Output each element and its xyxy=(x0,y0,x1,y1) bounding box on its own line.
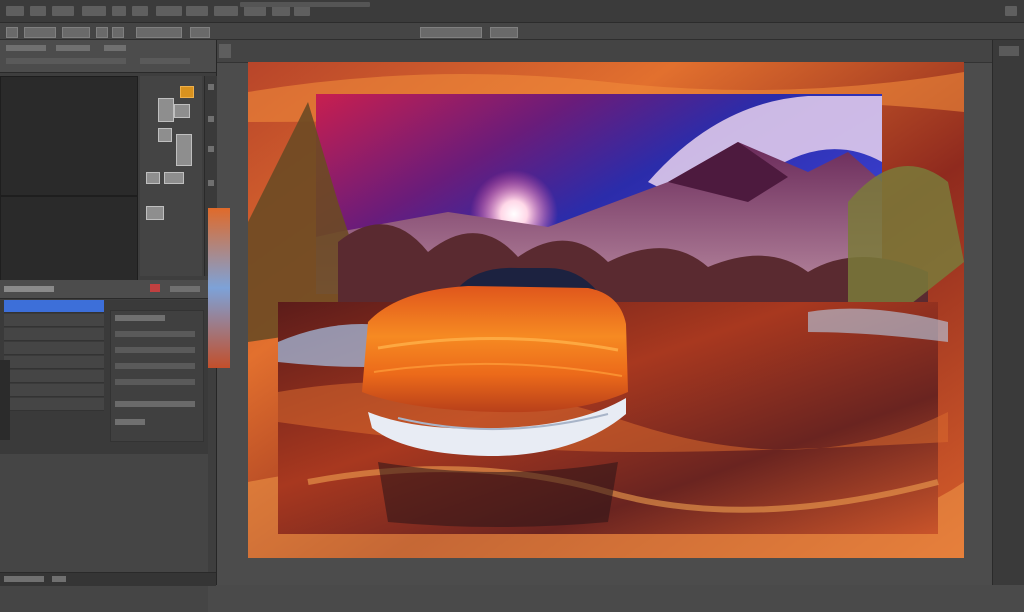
layer-row[interactable] xyxy=(4,314,104,327)
left-panel xyxy=(0,40,217,612)
thumbnail[interactable] xyxy=(146,172,160,184)
panel-tab[interactable] xyxy=(56,45,90,51)
menu-bar xyxy=(0,0,1024,23)
menu-extra[interactable] xyxy=(294,6,310,16)
panel-icon[interactable] xyxy=(208,84,214,90)
panel-icon[interactable] xyxy=(208,146,214,152)
panel-icon[interactable] xyxy=(208,180,214,186)
thumbnail[interactable] xyxy=(174,104,190,118)
options-bar xyxy=(0,23,1024,40)
status-bar xyxy=(0,572,216,586)
menu-select[interactable] xyxy=(132,6,148,16)
option-field[interactable] xyxy=(62,27,90,38)
menu-image[interactable] xyxy=(52,6,74,16)
option-toggle[interactable] xyxy=(96,27,108,38)
menu-3d[interactable] xyxy=(186,6,208,16)
panel-slider[interactable] xyxy=(6,58,126,64)
menu-edit[interactable] xyxy=(30,6,46,16)
move-tool-icon[interactable] xyxy=(6,27,18,38)
menu-filter[interactable] xyxy=(156,6,182,16)
prop-slider[interactable] xyxy=(115,363,195,369)
swatch-icon[interactable] xyxy=(180,86,194,98)
panel-icon[interactable] xyxy=(999,46,1019,56)
artwork-image xyxy=(248,62,964,558)
layer-row[interactable] xyxy=(4,384,104,397)
thumbnail[interactable] xyxy=(146,206,164,220)
menu-help[interactable] xyxy=(272,6,290,16)
prop-slider[interactable] xyxy=(115,379,195,385)
menu-layer[interactable] xyxy=(82,6,106,16)
menu-view[interactable] xyxy=(214,6,238,16)
option-toggle[interactable] xyxy=(112,27,124,38)
panel-tab[interactable] xyxy=(6,45,46,51)
option-field[interactable] xyxy=(136,27,182,38)
prop-slider[interactable] xyxy=(115,331,195,337)
window-title xyxy=(240,2,370,7)
thumbnail[interactable] xyxy=(176,134,192,166)
properties-panel xyxy=(110,310,204,442)
option-dropdown[interactable] xyxy=(24,27,56,38)
layers-list xyxy=(0,300,208,454)
thumbnail[interactable] xyxy=(158,98,174,122)
layers-tab[interactable] xyxy=(4,286,54,292)
panel-tab[interactable] xyxy=(104,45,126,51)
layer-row[interactable] xyxy=(4,370,104,383)
layer-opacity[interactable] xyxy=(170,286,200,292)
prop-slider[interactable] xyxy=(115,347,195,353)
option-toggle[interactable] xyxy=(190,27,210,38)
status-info xyxy=(52,576,66,582)
layers-header xyxy=(0,280,208,299)
document-tab-bar xyxy=(217,40,1024,63)
layer-row[interactable] xyxy=(4,342,104,355)
document-canvas[interactable] xyxy=(248,62,964,558)
prop-slider[interactable] xyxy=(115,401,195,407)
panel-icon[interactable] xyxy=(208,116,214,122)
empty-panel-area xyxy=(0,454,208,612)
option-field[interactable] xyxy=(420,27,482,38)
menu-window[interactable] xyxy=(244,6,266,16)
layer-row[interactable] xyxy=(4,356,104,369)
close-icon[interactable] xyxy=(1005,6,1017,16)
menu-file[interactable] xyxy=(6,6,24,16)
navigator-preview xyxy=(0,76,138,196)
panel-slider[interactable] xyxy=(140,58,190,64)
option-field[interactable] xyxy=(490,27,518,38)
document-tab[interactable] xyxy=(219,44,231,58)
preview-panel xyxy=(0,196,138,282)
thumbnail[interactable] xyxy=(164,172,184,184)
secondary-document-preview[interactable] xyxy=(208,208,230,368)
menu-type[interactable] xyxy=(112,6,126,16)
right-panel-strip xyxy=(992,40,1024,585)
lock-icon[interactable] xyxy=(150,284,160,292)
layer-row[interactable] xyxy=(4,398,104,411)
swatch-panel xyxy=(140,76,202,276)
panel-tabs xyxy=(0,40,216,73)
thumbnail[interactable] xyxy=(158,128,172,142)
prop-field[interactable] xyxy=(115,419,145,425)
zoom-field[interactable] xyxy=(4,576,44,582)
layer-thumb xyxy=(0,360,10,440)
layer-row[interactable] xyxy=(4,328,104,341)
prop-field[interactable] xyxy=(115,315,165,321)
layer-row-selected[interactable] xyxy=(4,300,104,313)
